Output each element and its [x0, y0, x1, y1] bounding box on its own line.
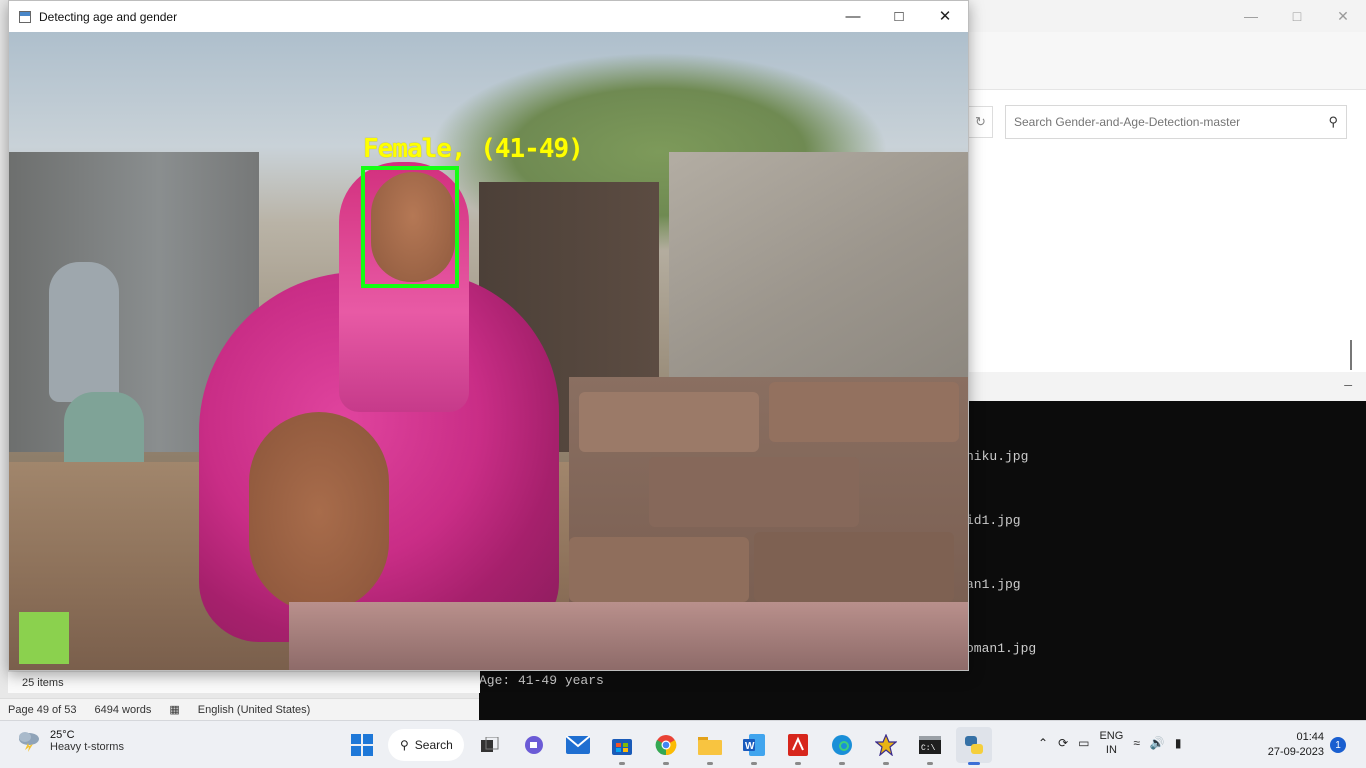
- terminal-icon[interactable]: C:\: [912, 727, 948, 765]
- refresh-icon[interactable]: ↻: [969, 106, 993, 138]
- word-icon[interactable]: W: [736, 727, 772, 765]
- weather-temperature: 25°C: [50, 729, 75, 741]
- notification-badge[interactable]: 1: [1330, 737, 1346, 753]
- lang-top: ENG: [1099, 730, 1124, 742]
- language-indicator[interactable]: ENG IN: [1099, 729, 1123, 757]
- search-icon: ⚲: [400, 738, 409, 752]
- svg-text:C:\: C:\: [921, 744, 936, 753]
- minimize-icon[interactable]: —: [830, 1, 876, 31]
- scrollbar[interactable]: [1350, 340, 1352, 370]
- weather-condition: Heavy t-storms: [50, 741, 124, 753]
- language-label[interactable]: English (United States): [198, 704, 311, 716]
- clock-time: 01:44: [1296, 731, 1324, 743]
- taskbar-search-button[interactable]: ⚲ Search: [388, 729, 464, 761]
- explorer-status-bar: 25 items: [8, 671, 480, 693]
- mail-icon[interactable]: [560, 727, 596, 763]
- svg-text:W: W: [745, 741, 755, 752]
- explorer-titlebar: — □ ✕: [969, 0, 1366, 32]
- green-packet: [19, 612, 69, 664]
- detection-photo: Female, (41-49): [9, 32, 968, 670]
- foreground-plank: [289, 602, 968, 670]
- brick: [769, 382, 959, 442]
- face-bounding-box: [361, 166, 459, 288]
- file-explorer-window: — □ ✕ ↻ ⚲: [968, 0, 1366, 372]
- teams-chat-icon[interactable]: [516, 727, 552, 763]
- store-icon[interactable]: [604, 727, 640, 765]
- image-window[interactable]: Detecting age and gender — □ ✕ Female, (…: [8, 0, 969, 671]
- task-view-icon[interactable]: [472, 727, 508, 763]
- sync-icon[interactable]: ⟳: [1058, 736, 1068, 750]
- woman-arm: [249, 412, 389, 612]
- terminal-line: an1.jpg: [966, 577, 1021, 592]
- window-title: Detecting age and gender: [39, 9, 178, 24]
- close-icon[interactable]: ✕: [1320, 0, 1366, 32]
- maximize-icon[interactable]: □: [1274, 0, 1320, 32]
- terminal-line: Age: 41-49 years: [479, 673, 604, 688]
- lang-bottom: IN: [1105, 744, 1117, 756]
- taskbar: 25°C Heavy t-storms ⚲ Search W C:\ ⌃ ⟳ ▭: [0, 720, 1366, 768]
- terminal-line: oman1.jpg: [966, 641, 1037, 656]
- image-window-titlebar[interactable]: Detecting age and gender — □ ✕: [9, 1, 968, 32]
- pdf-reader-icon[interactable]: [780, 727, 816, 765]
- storm-cloud-icon: [16, 730, 42, 752]
- minimize-icon[interactable]: —: [1344, 378, 1352, 393]
- word-count[interactable]: 6494 words: [95, 704, 152, 716]
- system-tray: ⌃ ⟳ ▭ ENG IN ≈ 🔊 ▮: [1038, 729, 1181, 757]
- display-icon[interactable]: ▭: [1078, 736, 1089, 750]
- word-status-bar: Page 49 of 53 6494 words ▦ English (Unit…: [0, 698, 479, 720]
- battery-icon[interactable]: ▮: [1175, 736, 1182, 750]
- child-figure: [49, 262, 119, 402]
- start-button[interactable]: [344, 727, 380, 763]
- proofing-icon[interactable]: ▦: [169, 703, 179, 716]
- windows-logo-icon: [351, 734, 373, 756]
- search-icon[interactable]: ⚲: [1328, 114, 1338, 130]
- item-count: 25 items: [22, 676, 64, 689]
- volume-icon[interactable]: 🔊: [1150, 736, 1165, 750]
- weather-widget[interactable]: 25°C Heavy t-storms: [16, 729, 124, 753]
- explorer-toolbar: [969, 32, 1366, 90]
- brick: [569, 537, 749, 602]
- terminal-line: hiku.jpg: [966, 449, 1029, 464]
- brick: [754, 532, 954, 602]
- terminal-line: id1.jpg: [966, 513, 1021, 528]
- edge-icon[interactable]: [824, 727, 860, 765]
- minimize-icon[interactable]: —: [1228, 0, 1274, 32]
- file-explorer-icon[interactable]: [692, 727, 728, 765]
- star-app-icon[interactable]: [868, 727, 904, 765]
- search-input[interactable]: [1014, 115, 1329, 129]
- brick: [649, 457, 859, 527]
- taskbar-apps: ⚲ Search W C:\: [344, 727, 992, 765]
- page-count[interactable]: Page 49 of 53: [8, 704, 77, 716]
- detection-label: Female, (41-49): [363, 134, 584, 164]
- clock-date: 27-09-2023: [1267, 746, 1324, 758]
- search-label: Search: [414, 738, 453, 752]
- python-icon[interactable]: [956, 727, 992, 765]
- brick: [579, 392, 759, 452]
- wifi-icon[interactable]: ≈: [1133, 736, 1140, 750]
- close-icon[interactable]: ✕: [922, 1, 968, 31]
- explorer-search-box[interactable]: ⚲: [1005, 105, 1347, 139]
- chrome-icon[interactable]: [648, 727, 684, 765]
- clock[interactable]: 01:44 27-09-2023: [1258, 730, 1324, 760]
- chevron-up-icon[interactable]: ⌃: [1038, 736, 1048, 750]
- tin-roof: [669, 152, 968, 412]
- maximize-icon[interactable]: □: [876, 1, 922, 31]
- app-icon: [19, 10, 31, 23]
